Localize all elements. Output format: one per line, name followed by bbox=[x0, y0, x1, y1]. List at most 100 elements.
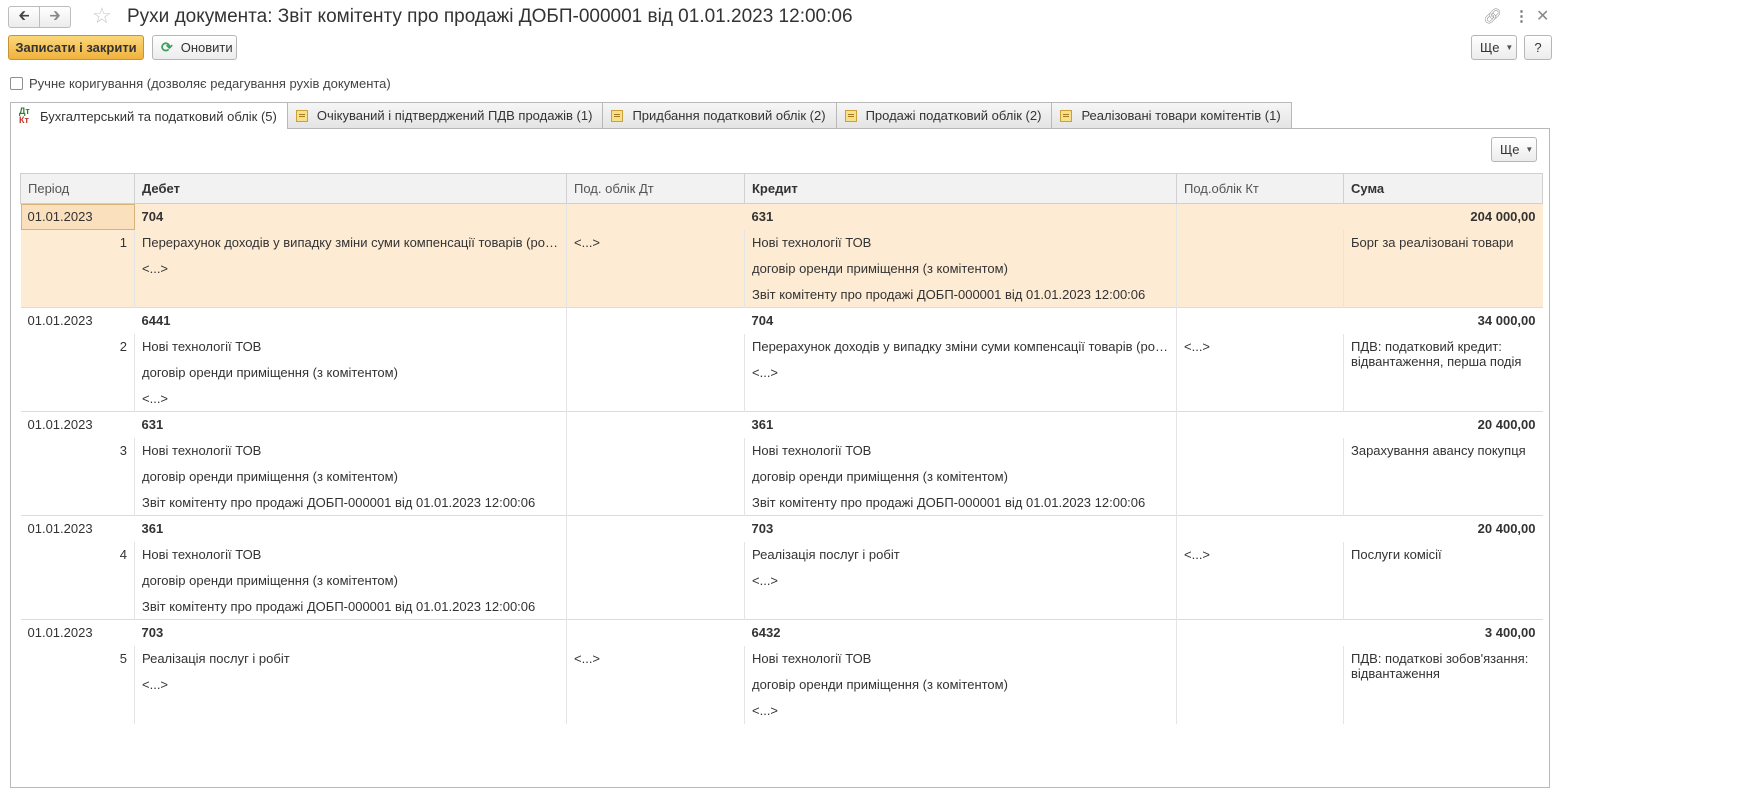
debit-tax-cell: <...> bbox=[566, 229, 745, 256]
debit-tax-cell bbox=[566, 671, 745, 698]
debit-subconto-cell: договір оренди приміщення (з комітентом) bbox=[134, 567, 567, 594]
table-row[interactable]: <...> bbox=[21, 385, 1543, 412]
tab-bar: Дт Кт Бухгалтерський та податковий облік … bbox=[10, 102, 1292, 129]
star-icon[interactable]: ☆ bbox=[92, 4, 112, 28]
save-and-close-button[interactable]: Записати і закрити bbox=[8, 35, 144, 60]
table-row[interactable]: договір оренди приміщення (з комітентом)… bbox=[21, 359, 1543, 386]
forward-button[interactable]: 🡲 bbox=[39, 6, 71, 28]
debit-subconto-cell: <...> bbox=[134, 671, 567, 698]
line-number-cell: 2 bbox=[119, 339, 127, 354]
debit-subconto-cell: Звіт комітенту про продажі ДОБП-000001 в… bbox=[134, 489, 567, 516]
tab-purchases-tax[interactable]: Придбання податковий облік (2) bbox=[602, 102, 837, 128]
table-header: Період Дебет Под. облік Дт Кредит Под.об… bbox=[20, 173, 1543, 204]
table-row[interactable]: Звіт комітенту про продажі ДОБП-000001 в… bbox=[20, 281, 1543, 308]
credit-account-cell: 361 bbox=[744, 411, 1177, 438]
more-label: Ще bbox=[1500, 142, 1520, 157]
debit-subconto-cell: Нові технології ТОВ bbox=[134, 333, 567, 360]
more-button[interactable]: Ще ▼ bbox=[1471, 35, 1517, 60]
sum-cell: 34 000,00 bbox=[1343, 307, 1543, 334]
table-row[interactable]: 01.01.2023 6441 704 34 000,00 bbox=[20, 307, 1543, 334]
tab-accounting[interactable]: Дт Кт Бухгалтерський та податковий облік … bbox=[10, 102, 288, 129]
column-sum[interactable]: Сума bbox=[1343, 173, 1543, 204]
credit-tax-cell bbox=[1176, 463, 1344, 490]
line-number-cell bbox=[21, 360, 135, 386]
column-credit[interactable]: Кредит bbox=[744, 173, 1177, 204]
line-number-cell bbox=[21, 698, 135, 724]
manual-edit-label[interactable]: Ручне коригування (дозволяє редагування … bbox=[29, 76, 391, 91]
table-row[interactable]: 01.01.2023 631 361 20 400,00 bbox=[20, 411, 1543, 438]
credit-account-cell: 6432 bbox=[744, 619, 1177, 646]
credit-subconto-cell: Перерахунок доходів у випадку зміни суми… bbox=[744, 333, 1177, 360]
movements-table: Період Дебет Под. облік Дт Кредит Под.об… bbox=[20, 173, 1543, 724]
debit-tax-cell bbox=[566, 697, 745, 724]
debit-tax-cell bbox=[566, 411, 745, 438]
line-number-cell bbox=[21, 594, 135, 620]
credit-subconto-cell bbox=[744, 593, 1177, 620]
debit-tax-cell bbox=[566, 385, 745, 412]
column-debit[interactable]: Дебет bbox=[134, 173, 567, 204]
column-period[interactable]: Період bbox=[20, 173, 135, 204]
refresh-button[interactable]: ⟳ Оновити bbox=[152, 35, 237, 60]
credit-tax-cell: <...> bbox=[1176, 541, 1344, 568]
table-row[interactable]: <...> договір оренди приміщення (з коміте… bbox=[21, 671, 1543, 698]
more-label: Ще bbox=[1480, 40, 1500, 55]
debit-account-cell: 703 bbox=[134, 619, 567, 646]
debit-tax-cell bbox=[566, 359, 745, 386]
close-icon[interactable]: ✕ bbox=[1536, 6, 1549, 26]
credit-tax-cell bbox=[1176, 281, 1344, 308]
tab-label: Очікуваний і підтверджений ПДВ продажів … bbox=[316, 108, 593, 123]
table-record[interactable]: 01.01.2023 6441 704 34 000,00 2 Нові технолог… bbox=[20, 307, 1543, 412]
credit-subconto-cell: Нові технології ТОВ bbox=[744, 437, 1177, 464]
column-credit-tax[interactable]: Под.облік Кт bbox=[1176, 173, 1344, 204]
credit-tax-cell bbox=[1176, 697, 1344, 724]
table-row[interactable]: 3 Нові технології ТОВ Нові технології ТОВ З… bbox=[21, 437, 1543, 516]
arrow-left-icon: 🡰 bbox=[18, 7, 30, 23]
column-debit-tax[interactable]: Под. облік Дт bbox=[566, 173, 745, 204]
table-row[interactable]: Звіт комітенту про продажі ДОБП-000001 в… bbox=[21, 593, 1543, 620]
credit-subconto-cell bbox=[744, 385, 1177, 412]
refresh-icon: ⟳ bbox=[161, 39, 173, 55]
back-button[interactable]: 🡰 bbox=[8, 6, 40, 28]
help-button[interactable]: ? bbox=[1524, 35, 1552, 60]
table-row[interactable]: 2 Нові технології ТОВ Перерахунок доходів … bbox=[21, 333, 1543, 412]
arrow-right-icon: 🡲 bbox=[49, 7, 61, 23]
content-cell: Борг за реалізовані товари bbox=[1343, 229, 1543, 308]
table-record[interactable]: 01.01.2023 631 361 20 400,00 3 Нові технологі… bbox=[20, 411, 1543, 516]
period-cell: 01.01.2023 bbox=[20, 307, 135, 334]
period-cell: 01.01.2023 bbox=[20, 203, 135, 230]
table-row[interactable]: 01.01.2023 703 6432 3 400,00 bbox=[20, 619, 1543, 646]
manual-edit-checkbox[interactable] bbox=[10, 77, 23, 90]
table-row[interactable]: 5 Реалізація послуг і робіт <...> Нові техн… bbox=[21, 645, 1543, 724]
table-row[interactable]: договір оренди приміщення (з комітентом)… bbox=[21, 567, 1543, 594]
debit-account-cell: 704 bbox=[134, 203, 567, 230]
table-row[interactable]: договір оренди приміщення (з комітентом)… bbox=[21, 463, 1543, 490]
credit-tax-cell bbox=[1176, 593, 1344, 620]
table-record[interactable]: 01.01.2023 704 631 204 000,00 1 Перерахунок д… bbox=[20, 203, 1543, 308]
table-more-button[interactable]: Ще ▼ bbox=[1491, 137, 1537, 162]
debit-tax-cell: <...> bbox=[566, 645, 745, 672]
table-record[interactable]: 01.01.2023 703 6432 3 400,00 5 Реалізація пос… bbox=[20, 619, 1543, 724]
line-number-cell bbox=[21, 386, 135, 412]
tab-consignor-goods[interactable]: Реалізовані товари комітентів (1) bbox=[1051, 102, 1292, 128]
table-row[interactable]: 1 Перерахунок доходів у випадку зміни сум… bbox=[20, 229, 1543, 308]
register-icon bbox=[611, 109, 624, 122]
table-row[interactable]: 01.01.2023 361 703 20 400,00 bbox=[20, 515, 1543, 542]
credit-tax-cell bbox=[1176, 307, 1344, 334]
link-icon[interactable]: 🔗︎ bbox=[1483, 7, 1502, 25]
debit-subconto-cell: Перерахунок доходів у випадку зміни суми… bbox=[134, 229, 567, 256]
table-row[interactable]: <...> договір оренди приміщення (з коміте… bbox=[20, 255, 1543, 282]
tab-sales-tax[interactable]: Продажі податковий облік (2) bbox=[835, 102, 1053, 128]
table-row[interactable]: Звіт комітенту про продажі ДОБП-000001 в… bbox=[21, 489, 1543, 516]
table-row[interactable]: 4 Нові технології ТОВ Реалізація послуг і … bbox=[21, 541, 1543, 620]
credit-tax-cell bbox=[1176, 359, 1344, 386]
line-number-cell bbox=[21, 490, 135, 516]
credit-subconto-cell: <...> bbox=[744, 359, 1177, 386]
table-row[interactable]: <...> bbox=[21, 697, 1543, 724]
table-record[interactable]: 01.01.2023 361 703 20 400,00 4 Нові технологі… bbox=[20, 515, 1543, 620]
tab-vat-sales[interactable]: Очікуваний і підтверджений ПДВ продажів … bbox=[286, 102, 604, 128]
kebab-menu-icon[interactable]: ⋮ bbox=[1514, 7, 1529, 25]
debit-subconto-cell: договір оренди приміщення (з комітентом) bbox=[134, 463, 567, 490]
table-row[interactable]: 01.01.2023 704 631 204 000,00 bbox=[20, 203, 1543, 230]
debit-account-cell: 6441 bbox=[134, 307, 567, 334]
credit-tax-cell bbox=[1176, 411, 1344, 438]
